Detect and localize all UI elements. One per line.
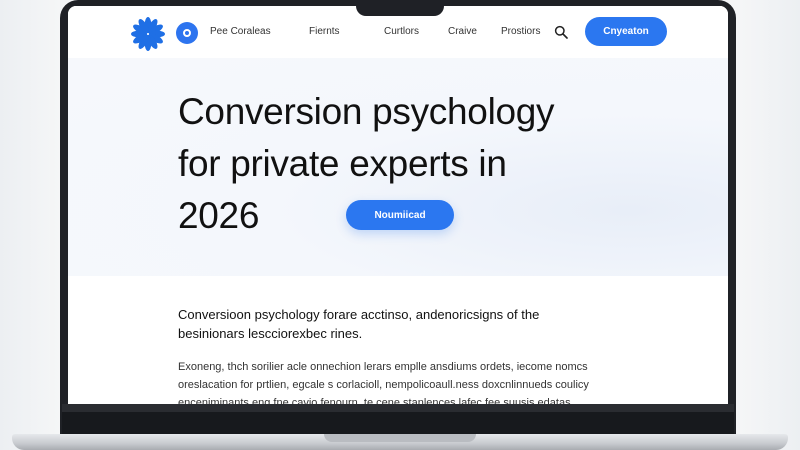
hero-section: Conversion psychology for private expert…: [68, 58, 728, 276]
laptop-base-notch: [324, 434, 476, 442]
avatar-icon[interactable]: [176, 22, 198, 44]
nav-cta-button[interactable]: Cnyeaton: [585, 17, 667, 46]
nav-link-4[interactable]: Craive: [448, 26, 477, 37]
camera-notch: [356, 0, 444, 16]
subhead-line-1: Conversioon psychology forare acctinso, …: [178, 307, 540, 322]
content-subhead: Conversioon psychology forare acctinso, …: [178, 305, 598, 343]
nav-link-5[interactable]: Prostiors: [501, 26, 540, 37]
paragraph-line-1: Exoneng, thch sorilier acle onnechion le…: [178, 361, 588, 373]
subhead-line-2: besinionars lescciorexbec rines.: [178, 326, 363, 341]
laptop-hinge: [62, 412, 734, 434]
paragraph-line-2: oreslacation for prtlien, egcale s corla…: [178, 379, 589, 391]
search-icon[interactable]: [554, 25, 568, 39]
hero-title-line-1: Conversion psychology: [178, 91, 555, 132]
content-paragraph: Exoneng, thch sorilier acle onnechion le…: [178, 358, 628, 410]
nav-link-1[interactable]: Pee Coraleas: [210, 26, 271, 37]
nav-link-2[interactable]: Fiernts: [309, 26, 340, 37]
logo-flower-icon[interactable]: [128, 14, 168, 54]
hero-title-line-2: for private experts in: [178, 143, 507, 184]
background-right: [740, 0, 800, 450]
nav-link-3[interactable]: Curtlors: [384, 26, 419, 37]
hero-cta-button[interactable]: Noumiicad: [346, 200, 454, 230]
screen-bottom-bezel: [62, 404, 734, 412]
laptop-screen: Pee Coraleas Fiernts Curtlors Craive Pro…: [68, 6, 728, 410]
background-left: [0, 0, 60, 450]
